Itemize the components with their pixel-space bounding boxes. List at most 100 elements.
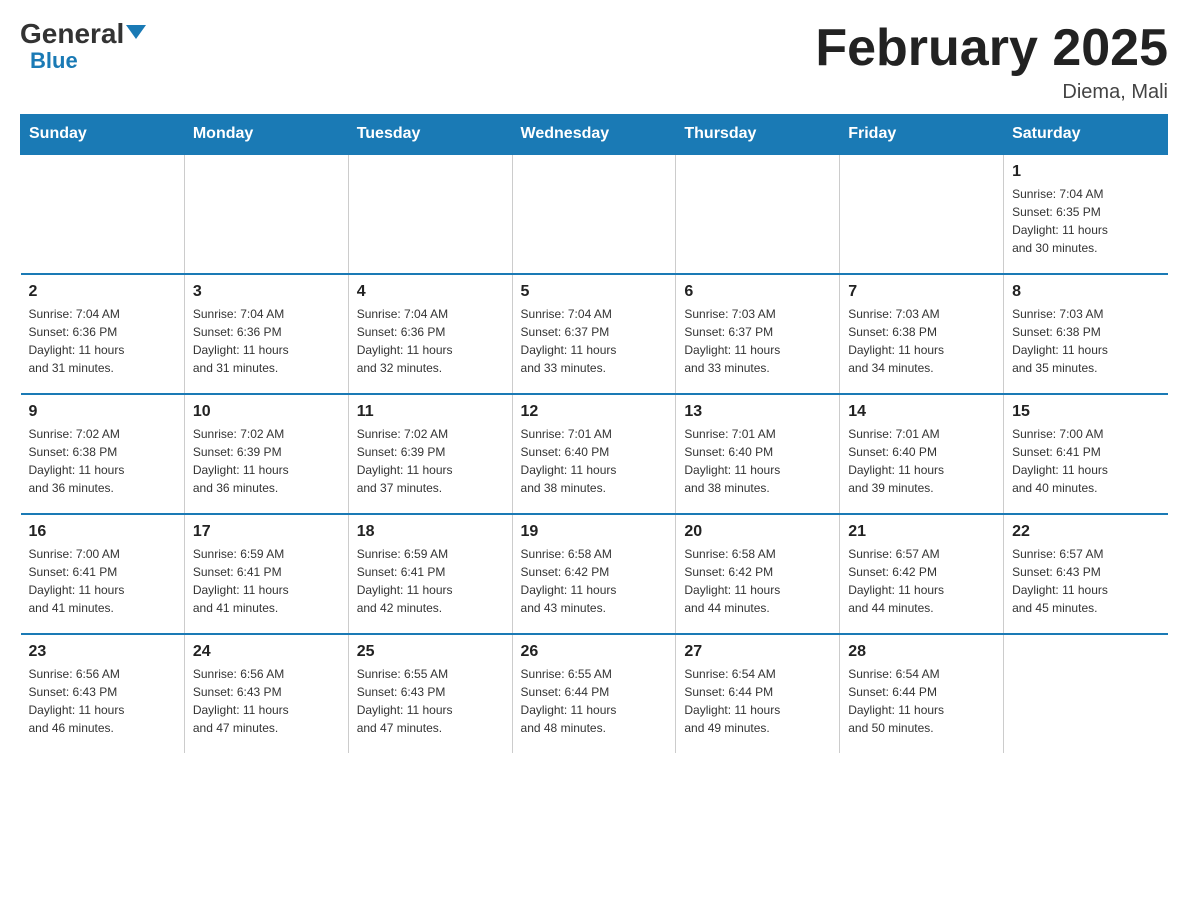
day-number: 2 — [29, 283, 176, 301]
day-number: 15 — [1012, 403, 1159, 421]
calendar-day-cell: 7 Sunrise: 7:03 AM Sunset: 6:38 PM Daylig… — [840, 274, 1004, 394]
calendar-day-cell: 19 Sunrise: 6:58 AM Sunset: 6:42 PM Dayli… — [512, 514, 676, 634]
calendar-day-cell: 27 Sunrise: 6:54 AM Sunset: 6:44 PM Dayli… — [676, 634, 840, 753]
calendar-day-cell — [512, 154, 676, 274]
day-info: Sunrise: 7:03 AM Sunset: 6:37 PM Dayligh… — [684, 305, 831, 377]
day-number: 19 — [521, 523, 668, 541]
calendar-week-row: 9Sunrise: 7:02 AM Sunset: 6:38 PM Daylig… — [21, 394, 1168, 514]
calendar-day-cell: 20 Sunrise: 6:58 AM Sunset: 6:42 PM Dayli… — [676, 514, 840, 634]
day-number: 21 — [848, 523, 995, 541]
day-info: Sunrise: 6:57 AM Sunset: 6:43 PM Dayligh… — [1012, 545, 1159, 617]
calendar-day-cell: 14 Sunrise: 7:01 AM Sunset: 6:40 PM Dayli… — [840, 394, 1004, 514]
calendar-day-cell: 6Sunrise: 7:03 AM Sunset: 6:37 PM Daylig… — [676, 274, 840, 394]
calendar-day-cell: 18 Sunrise: 6:59 AM Sunset: 6:41 PM Dayli… — [348, 514, 512, 634]
day-number: 26 — [521, 643, 668, 661]
day-info: Sunrise: 7:04 AM Sunset: 6:35 PM Dayligh… — [1012, 185, 1159, 257]
day-info: Sunrise: 6:58 AM Sunset: 6:42 PM Dayligh… — [521, 545, 668, 617]
calendar-day-cell — [1004, 634, 1168, 753]
day-number: 10 — [193, 403, 340, 421]
header-friday: Friday — [840, 115, 1004, 155]
calendar-day-cell: 17 Sunrise: 6:59 AM Sunset: 6:41 PM Dayli… — [184, 514, 348, 634]
calendar-day-cell: 23 Sunrise: 6:56 AM Sunset: 6:43 PM Dayli… — [21, 634, 185, 753]
day-info: Sunrise: 7:01 AM Sunset: 6:40 PM Dayligh… — [848, 425, 995, 497]
day-number: 12 — [521, 403, 668, 421]
day-info: Sunrise: 7:00 AM Sunset: 6:41 PM Dayligh… — [29, 545, 176, 617]
day-number: 16 — [29, 523, 176, 541]
day-number: 18 — [357, 523, 504, 541]
day-info: Sunrise: 7:04 AM Sunset: 6:36 PM Dayligh… — [193, 305, 340, 377]
calendar-week-row: 1 Sunrise: 7:04 AM Sunset: 6:35 PM Daylig… — [21, 154, 1168, 274]
calendar-day-cell: 10 Sunrise: 7:02 AM Sunset: 6:39 PM Dayli… — [184, 394, 348, 514]
calendar-day-cell — [348, 154, 512, 274]
day-info: Sunrise: 6:57 AM Sunset: 6:42 PM Dayligh… — [848, 545, 995, 617]
weekday-header-row: Sunday Monday Tuesday Wednesday Thursday… — [21, 115, 1168, 155]
calendar-day-cell: 4Sunrise: 7:04 AM Sunset: 6:36 PM Daylig… — [348, 274, 512, 394]
logo-arrow-icon — [126, 25, 146, 39]
page-title: February 2025 — [815, 20, 1168, 77]
day-info: Sunrise: 7:03 AM Sunset: 6:38 PM Dayligh… — [1012, 305, 1159, 377]
day-info: Sunrise: 7:00 AM Sunset: 6:41 PM Dayligh… — [1012, 425, 1159, 497]
logo-general-text: General — [20, 20, 124, 48]
calendar-day-cell: 24 Sunrise: 6:56 AM Sunset: 6:43 PM Dayli… — [184, 634, 348, 753]
calendar-day-cell: 15 Sunrise: 7:00 AM Sunset: 6:41 PM Dayli… — [1004, 394, 1168, 514]
day-info: Sunrise: 7:02 AM Sunset: 6:39 PM Dayligh… — [193, 425, 340, 497]
calendar-week-row: 16 Sunrise: 7:00 AM Sunset: 6:41 PM Dayli… — [21, 514, 1168, 634]
day-info: Sunrise: 7:04 AM Sunset: 6:36 PM Dayligh… — [29, 305, 176, 377]
day-number: 23 — [29, 643, 176, 661]
calendar-day-cell: 28Sunrise: 6:54 AM Sunset: 6:44 PM Dayli… — [840, 634, 1004, 753]
day-number: 24 — [193, 643, 340, 661]
day-number: 13 — [684, 403, 831, 421]
day-info: Sunrise: 6:56 AM Sunset: 6:43 PM Dayligh… — [29, 665, 176, 737]
day-number: 14 — [848, 403, 995, 421]
calendar-table: Sunday Monday Tuesday Wednesday Thursday… — [20, 114, 1168, 753]
calendar-day-cell — [184, 154, 348, 274]
day-number: 5 — [521, 283, 668, 301]
calendar-day-cell: 11 Sunrise: 7:02 AM Sunset: 6:39 PM Dayli… — [348, 394, 512, 514]
calendar-day-cell: 25 Sunrise: 6:55 AM Sunset: 6:43 PM Dayli… — [348, 634, 512, 753]
day-number: 20 — [684, 523, 831, 541]
day-info: Sunrise: 6:55 AM Sunset: 6:44 PM Dayligh… — [521, 665, 668, 737]
calendar-day-cell — [21, 154, 185, 274]
logo-blue-text: Blue — [30, 48, 78, 73]
calendar-day-cell: 13 Sunrise: 7:01 AM Sunset: 6:40 PM Dayli… — [676, 394, 840, 514]
header-monday: Monday — [184, 115, 348, 155]
calendar-day-cell — [676, 154, 840, 274]
calendar-week-row: 2 Sunrise: 7:04 AM Sunset: 6:36 PM Daylig… — [21, 274, 1168, 394]
calendar-day-cell: 8 Sunrise: 7:03 AM Sunset: 6:38 PM Daylig… — [1004, 274, 1168, 394]
calendar-day-cell: 5Sunrise: 7:04 AM Sunset: 6:37 PM Daylig… — [512, 274, 676, 394]
day-number: 4 — [357, 283, 504, 301]
day-info: Sunrise: 6:55 AM Sunset: 6:43 PM Dayligh… — [357, 665, 504, 737]
calendar-week-row: 23 Sunrise: 6:56 AM Sunset: 6:43 PM Dayli… — [21, 634, 1168, 753]
title-block: February 2025 Diema, Mali — [815, 20, 1168, 104]
logo: General Blue — [20, 20, 146, 74]
calendar-day-cell: 12Sunrise: 7:01 AM Sunset: 6:40 PM Dayli… — [512, 394, 676, 514]
day-number: 11 — [357, 403, 504, 421]
day-info: Sunrise: 7:03 AM Sunset: 6:38 PM Dayligh… — [848, 305, 995, 377]
day-number: 8 — [1012, 283, 1159, 301]
day-number: 1 — [1012, 163, 1159, 181]
day-info: Sunrise: 7:01 AM Sunset: 6:40 PM Dayligh… — [684, 425, 831, 497]
calendar-day-cell: 1 Sunrise: 7:04 AM Sunset: 6:35 PM Daylig… — [1004, 154, 1168, 274]
day-info: Sunrise: 6:59 AM Sunset: 6:41 PM Dayligh… — [357, 545, 504, 617]
calendar-day-cell: 26 Sunrise: 6:55 AM Sunset: 6:44 PM Dayli… — [512, 634, 676, 753]
location-subtitle: Diema, Mali — [815, 81, 1168, 104]
day-number: 7 — [848, 283, 995, 301]
day-number: 17 — [193, 523, 340, 541]
header-thursday: Thursday — [676, 115, 840, 155]
day-info: Sunrise: 6:56 AM Sunset: 6:43 PM Dayligh… — [193, 665, 340, 737]
day-number: 28 — [848, 643, 995, 661]
day-number: 27 — [684, 643, 831, 661]
calendar-day-cell — [840, 154, 1004, 274]
day-info: Sunrise: 7:02 AM Sunset: 6:39 PM Dayligh… — [357, 425, 504, 497]
day-number: 25 — [357, 643, 504, 661]
calendar-day-cell: 3 Sunrise: 7:04 AM Sunset: 6:36 PM Daylig… — [184, 274, 348, 394]
header-wednesday: Wednesday — [512, 115, 676, 155]
day-info: Sunrise: 6:58 AM Sunset: 6:42 PM Dayligh… — [684, 545, 831, 617]
day-info: Sunrise: 6:59 AM Sunset: 6:41 PM Dayligh… — [193, 545, 340, 617]
day-number: 9 — [29, 403, 176, 421]
day-number: 3 — [193, 283, 340, 301]
calendar-body: 1 Sunrise: 7:04 AM Sunset: 6:35 PM Daylig… — [21, 154, 1168, 753]
day-info: Sunrise: 6:54 AM Sunset: 6:44 PM Dayligh… — [684, 665, 831, 737]
header-sunday: Sunday — [21, 115, 185, 155]
calendar-day-cell: 9Sunrise: 7:02 AM Sunset: 6:38 PM Daylig… — [21, 394, 185, 514]
